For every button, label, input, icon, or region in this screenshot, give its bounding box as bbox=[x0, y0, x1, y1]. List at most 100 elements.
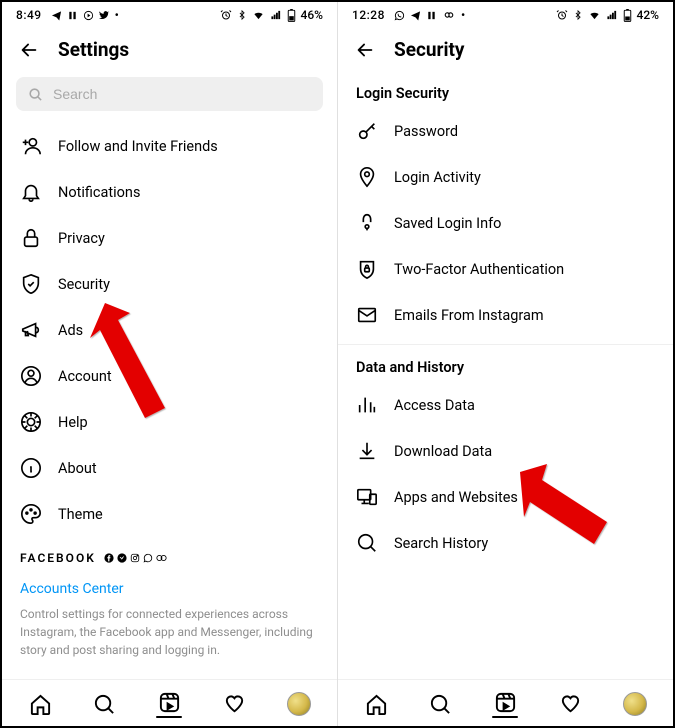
section-login-security: Login Security bbox=[338, 71, 673, 108]
menu-item-account[interactable]: Account bbox=[2, 353, 337, 399]
info-icon bbox=[20, 457, 42, 479]
accounts-center-description: Control settings for connected experienc… bbox=[2, 601, 337, 669]
shield-check-icon bbox=[20, 273, 42, 295]
menu-item-search-history[interactable]: Search History bbox=[338, 520, 673, 566]
menu-item-follow[interactable]: Follow and Invite Friends bbox=[2, 123, 337, 169]
menu-label: Apps and Websites bbox=[394, 489, 655, 506]
profile-avatar[interactable] bbox=[287, 692, 311, 716]
heart-icon[interactable] bbox=[559, 692, 583, 716]
menu-item-apps-websites[interactable]: Apps and Websites bbox=[338, 474, 673, 520]
battery-icon bbox=[623, 9, 632, 22]
wifi-icon bbox=[588, 10, 601, 21]
menu-label: Notifications bbox=[58, 184, 319, 201]
heart-icon[interactable] bbox=[223, 692, 247, 716]
search-nav-icon[interactable] bbox=[428, 692, 452, 716]
keyhole-icon bbox=[356, 212, 378, 234]
megaphone-icon bbox=[20, 319, 42, 341]
help-icon bbox=[20, 411, 42, 433]
signal-icon bbox=[606, 10, 618, 21]
menu-item-access-data[interactable]: Access Data bbox=[338, 382, 673, 428]
status-time: 8:49 bbox=[16, 8, 42, 22]
facebook-footer: FACEBOOK bbox=[2, 537, 337, 571]
twitter-icon bbox=[99, 10, 110, 21]
reels-nav[interactable] bbox=[156, 690, 182, 718]
chart-icon bbox=[356, 394, 378, 416]
bluetooth-icon bbox=[573, 9, 583, 21]
signal-icon bbox=[270, 10, 282, 21]
menu-item-about[interactable]: About bbox=[2, 445, 337, 491]
search-box[interactable] bbox=[16, 77, 323, 111]
menu-item-notifications[interactable]: Notifications bbox=[2, 169, 337, 215]
status-bar: 8:49 • 46% bbox=[2, 2, 337, 24]
dot-icon: • bbox=[115, 8, 119, 22]
status-bar: 12:28 • 42% bbox=[338, 2, 673, 24]
menu-item-privacy[interactable]: Privacy bbox=[2, 215, 337, 261]
bluetooth-icon bbox=[237, 9, 247, 21]
pin-icon bbox=[356, 166, 378, 188]
menu-item-two-factor[interactable]: Two-Factor Authentication bbox=[338, 246, 673, 292]
menu-label: Privacy bbox=[58, 230, 319, 247]
menu-label: Saved Login Info bbox=[394, 215, 655, 232]
search-icon bbox=[28, 87, 43, 102]
alarm-icon bbox=[556, 9, 568, 21]
reels-icon bbox=[493, 690, 517, 714]
menu-label: Access Data bbox=[394, 397, 655, 414]
telegram-icon bbox=[51, 10, 62, 21]
accounts-center-link[interactable]: Accounts Center bbox=[2, 571, 337, 601]
palette-icon bbox=[20, 503, 42, 525]
menu-item-password[interactable]: Password bbox=[338, 108, 673, 154]
bottom-nav bbox=[338, 679, 673, 726]
battery-text: 46% bbox=[301, 8, 323, 22]
page-title: Security bbox=[394, 38, 464, 61]
back-arrow-icon[interactable] bbox=[18, 39, 40, 61]
whatsapp-icon bbox=[394, 10, 405, 21]
user-circle-icon bbox=[20, 365, 42, 387]
key-icon bbox=[356, 120, 378, 142]
home-icon[interactable] bbox=[28, 692, 52, 716]
pause-icon bbox=[67, 10, 78, 21]
dot-icon: • bbox=[461, 8, 465, 22]
devices-icon bbox=[356, 486, 378, 508]
menu-label: Search History bbox=[394, 535, 655, 552]
infinity-icon bbox=[442, 10, 456, 20]
lock-icon bbox=[20, 227, 42, 249]
menu-item-download-data[interactable]: Download Data bbox=[338, 428, 673, 474]
search-history-icon bbox=[356, 532, 378, 554]
header: Settings bbox=[2, 24, 337, 71]
wifi-icon bbox=[252, 10, 265, 21]
home-icon[interactable] bbox=[364, 692, 388, 716]
profile-avatar[interactable] bbox=[623, 692, 647, 716]
pause-icon bbox=[426, 10, 437, 21]
shield-lock-icon bbox=[356, 258, 378, 280]
menu-item-theme[interactable]: Theme bbox=[2, 491, 337, 537]
menu-label: Password bbox=[394, 123, 655, 140]
menu-label: Download Data bbox=[394, 443, 655, 460]
status-time: 12:28 bbox=[352, 8, 385, 22]
bottom-nav bbox=[2, 679, 337, 726]
menu-label: About bbox=[58, 460, 319, 477]
menu-item-saved-login[interactable]: Saved Login Info bbox=[338, 200, 673, 246]
menu-item-ads[interactable]: Ads bbox=[2, 307, 337, 353]
download-icon bbox=[356, 440, 378, 462]
menu-label: Security bbox=[58, 276, 319, 293]
menu-item-security[interactable]: Security bbox=[2, 261, 337, 307]
circle-icon bbox=[83, 10, 94, 21]
page-title: Settings bbox=[58, 38, 129, 61]
menu-label: Emails From Instagram bbox=[394, 307, 655, 324]
menu-item-emails[interactable]: Emails From Instagram bbox=[338, 292, 673, 338]
menu-item-login-activity[interactable]: Login Activity bbox=[338, 154, 673, 200]
back-arrow-icon[interactable] bbox=[354, 39, 376, 61]
alarm-icon bbox=[220, 9, 232, 21]
mail-icon bbox=[356, 304, 378, 326]
facebook-product-icons bbox=[104, 553, 167, 563]
reels-nav[interactable] bbox=[492, 690, 518, 718]
battery-icon bbox=[287, 9, 296, 22]
search-input[interactable] bbox=[53, 86, 311, 102]
menu-label: Account bbox=[58, 368, 319, 385]
settings-screen: 8:49 • 46% Settings bbox=[2, 2, 338, 726]
header: Security bbox=[338, 24, 673, 71]
menu-label: Ads bbox=[58, 322, 319, 339]
menu-label: Follow and Invite Friends bbox=[58, 138, 319, 155]
search-nav-icon[interactable] bbox=[92, 692, 116, 716]
menu-item-help[interactable]: Help bbox=[2, 399, 337, 445]
